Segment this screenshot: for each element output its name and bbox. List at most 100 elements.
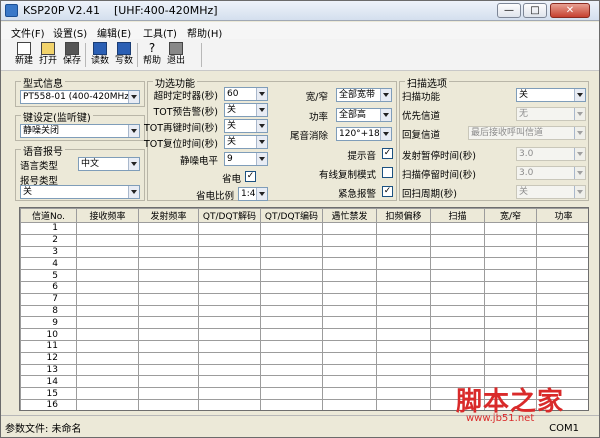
table-cell[interactable]: [484, 280, 537, 294]
channel-number-cell[interactable]: 4: [20, 257, 77, 271]
report-type-select[interactable]: 关: [20, 185, 140, 199]
table-cell[interactable]: [198, 398, 261, 410]
column-header[interactable]: QT/DQT编码: [260, 208, 323, 223]
table-cell[interactable]: [138, 257, 199, 271]
table-row[interactable]: 4: [20, 257, 588, 271]
column-header[interactable]: 功率: [536, 208, 588, 223]
menu-settings[interactable]: 设置(S): [53, 25, 87, 40]
column-header[interactable]: 宽/窄: [484, 208, 537, 223]
table-cell[interactable]: [322, 222, 377, 235]
table-cell[interactable]: [322, 351, 377, 365]
table-cell[interactable]: [536, 316, 588, 330]
table-cell[interactable]: [260, 328, 323, 341]
table-cell[interactable]: [198, 233, 261, 247]
table-cell[interactable]: [260, 398, 323, 410]
table-cell[interactable]: [376, 257, 431, 271]
table-cell[interactable]: [138, 233, 199, 247]
channel-number-cell[interactable]: 8: [20, 304, 77, 318]
table-cell[interactable]: [322, 316, 377, 330]
menu-edit[interactable]: 编辑(E): [97, 25, 131, 40]
table-cell[interactable]: [430, 351, 485, 365]
table-cell[interactable]: [322, 339, 377, 353]
table-cell[interactable]: [76, 328, 139, 341]
bandwidth-select[interactable]: 全部宽带: [336, 88, 392, 102]
table-cell[interactable]: [76, 316, 139, 330]
table-cell[interactable]: [198, 316, 261, 330]
menu-file[interactable]: 文件(F): [11, 25, 45, 40]
table-cell[interactable]: [76, 233, 139, 247]
minimize-button[interactable]: —: [497, 3, 521, 18]
table-cell[interactable]: [536, 304, 588, 318]
table-cell[interactable]: [76, 257, 139, 271]
table-row[interactable]: 2: [20, 233, 588, 247]
table-cell[interactable]: [76, 351, 139, 365]
table-cell[interactable]: [260, 351, 323, 365]
tot-rekey-select[interactable]: 关: [224, 119, 268, 133]
channel-number-cell[interactable]: 1: [20, 222, 77, 235]
table-cell[interactable]: [484, 339, 537, 353]
table-cell[interactable]: [76, 387, 139, 400]
table-row[interactable]: 13: [20, 363, 588, 377]
table-cell[interactable]: [536, 269, 588, 282]
tot-reset-select[interactable]: 关: [224, 135, 268, 149]
table-cell[interactable]: [536, 292, 588, 306]
table-cell[interactable]: [198, 257, 261, 271]
table-cell[interactable]: [198, 375, 261, 389]
table-row[interactable]: 10: [20, 328, 588, 341]
table-cell[interactable]: [76, 339, 139, 353]
table-cell[interactable]: [430, 269, 485, 282]
channel-number-cell[interactable]: 3: [20, 245, 77, 259]
table-cell[interactable]: [484, 292, 537, 306]
scan-function-select[interactable]: 关: [516, 88, 586, 102]
table-cell[interactable]: [260, 339, 323, 353]
table-cell[interactable]: [138, 222, 199, 235]
table-cell[interactable]: [138, 280, 199, 294]
table-cell[interactable]: [76, 245, 139, 259]
table-cell[interactable]: [138, 292, 199, 306]
help-button[interactable]: ? 帮助: [141, 41, 163, 69]
close-button[interactable]: ✕: [550, 3, 590, 18]
table-cell[interactable]: [484, 304, 537, 318]
power-select[interactable]: 全部高: [336, 108, 392, 122]
table-cell[interactable]: [322, 245, 377, 259]
table-cell[interactable]: [260, 292, 323, 306]
channel-number-cell[interactable]: 5: [20, 269, 77, 282]
table-cell[interactable]: [484, 351, 537, 365]
table-cell[interactable]: [536, 233, 588, 247]
table-cell[interactable]: [322, 398, 377, 410]
column-header[interactable]: 扫描: [430, 208, 485, 223]
table-cell[interactable]: [260, 316, 323, 330]
priority-select[interactable]: 无: [516, 107, 586, 121]
table-cell[interactable]: [322, 375, 377, 389]
table-cell[interactable]: [260, 245, 323, 259]
table-cell[interactable]: [198, 328, 261, 341]
channel-number-cell[interactable]: 10: [20, 328, 77, 341]
table-cell[interactable]: [322, 328, 377, 341]
table-cell[interactable]: [376, 292, 431, 306]
table-cell[interactable]: [138, 363, 199, 377]
table-cell[interactable]: [536, 328, 588, 341]
table-cell[interactable]: [322, 257, 377, 271]
column-header[interactable]: 发射频率: [138, 208, 199, 223]
beep-checkbox[interactable]: ✓: [382, 148, 393, 159]
table-cell[interactable]: [376, 339, 431, 353]
table-cell[interactable]: [430, 233, 485, 247]
ratio-select[interactable]: 1:4: [238, 187, 268, 201]
table-cell[interactable]: [198, 304, 261, 318]
table-cell[interactable]: [376, 222, 431, 235]
table-cell[interactable]: [260, 222, 323, 235]
channel-number-cell[interactable]: 13: [20, 363, 77, 377]
table-cell[interactable]: [198, 363, 261, 377]
table-cell[interactable]: [430, 304, 485, 318]
new-button[interactable]: 新建: [13, 41, 35, 69]
table-cell[interactable]: [322, 292, 377, 306]
revert-select[interactable]: 最后接收呼叫信道: [468, 126, 586, 140]
table-cell[interactable]: [138, 375, 199, 389]
table-cell[interactable]: [376, 304, 431, 318]
key-select[interactable]: 静噪关闭: [20, 124, 140, 138]
table-row[interactable]: 6: [20, 280, 588, 294]
table-cell[interactable]: [260, 363, 323, 377]
table-cell[interactable]: [76, 269, 139, 282]
table-cell[interactable]: [138, 316, 199, 330]
table-cell[interactable]: [484, 257, 537, 271]
